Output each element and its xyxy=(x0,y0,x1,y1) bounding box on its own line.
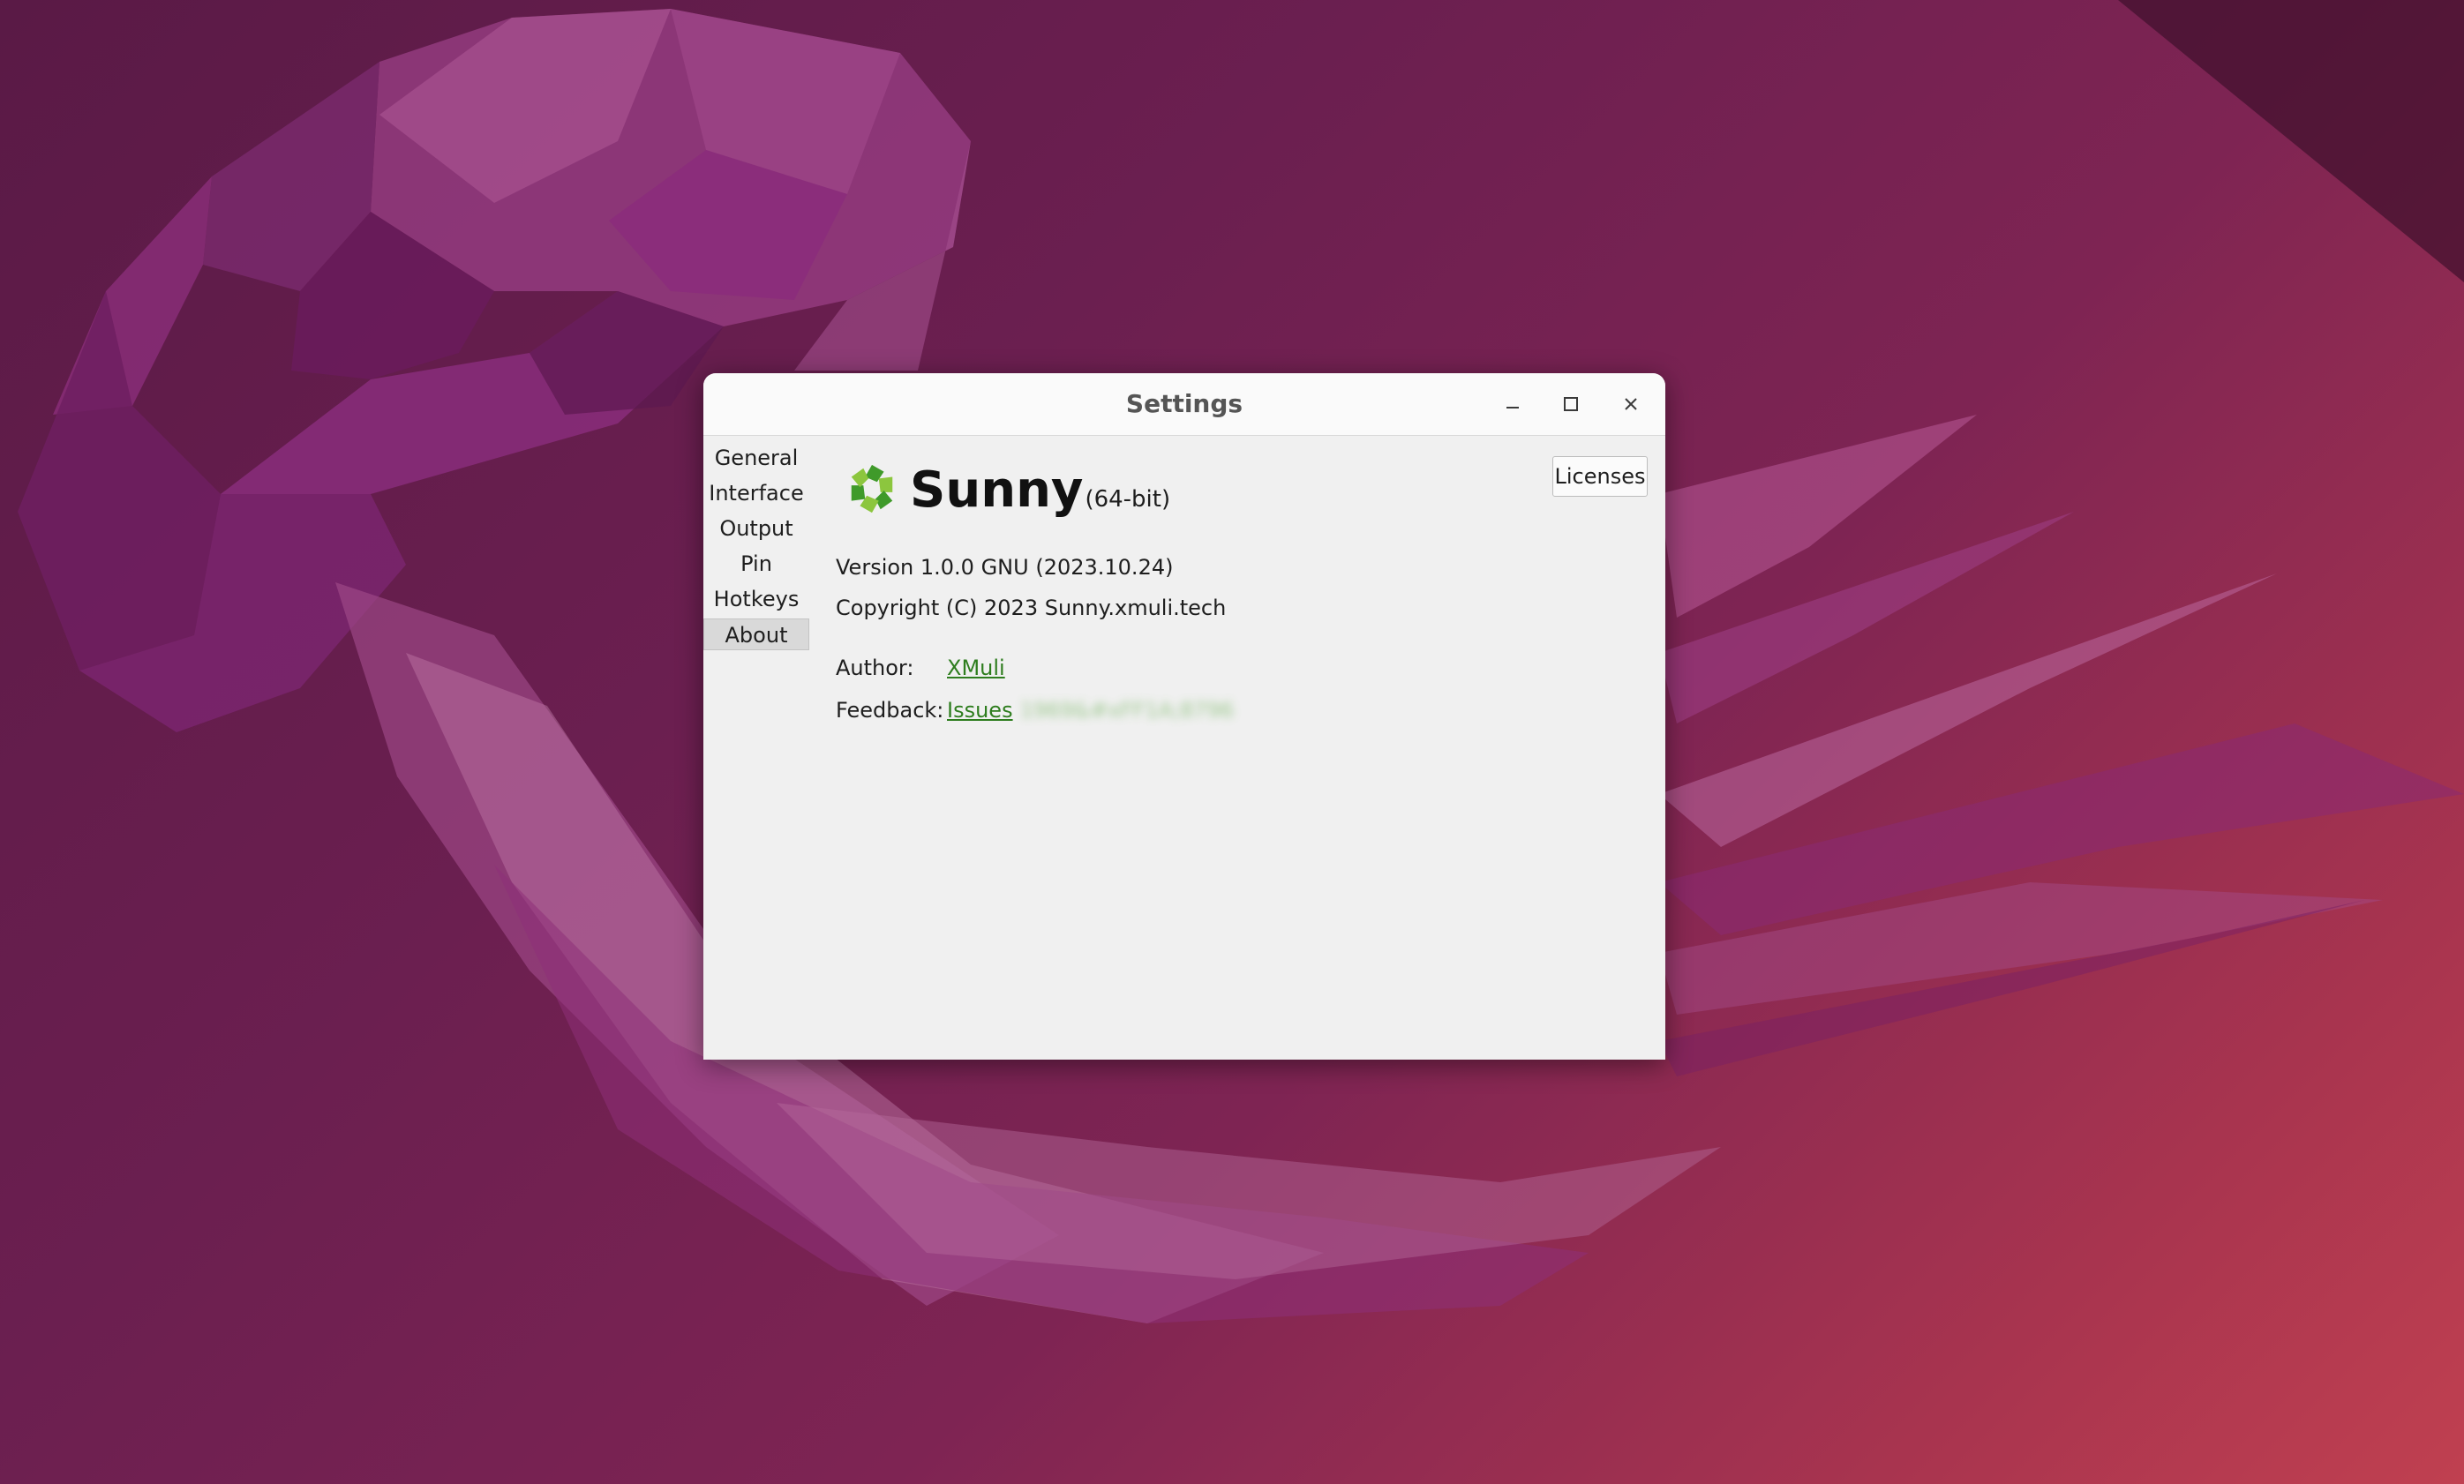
settings-window: Settings General Interface Output Pin Ho… xyxy=(703,373,1665,1060)
title-bar[interactable]: Settings xyxy=(703,373,1665,436)
author-link[interactable]: XMuli xyxy=(947,656,1005,680)
copyright-text: Copyright (C) 2023 Sunny.xmuli.tech xyxy=(836,596,1227,620)
close-button[interactable] xyxy=(1614,387,1648,421)
sidebar-item-interface[interactable]: Interface xyxy=(703,477,809,509)
sidebar-item-output[interactable]: Output xyxy=(703,513,809,544)
issues-link[interactable]: Issues xyxy=(947,698,1013,723)
maximize-button[interactable] xyxy=(1554,387,1588,421)
app-name: Sunny xyxy=(910,461,1084,519)
feedback-label: Feedback: xyxy=(836,698,944,723)
licenses-button[interactable]: Licenses xyxy=(1552,456,1648,497)
author-label: Author: xyxy=(836,656,914,680)
minimize-icon xyxy=(1506,407,1519,408)
sunny-logo-icon xyxy=(851,464,893,513)
author-row: Author: XMuli xyxy=(836,656,1005,680)
maximize-icon xyxy=(1564,397,1578,411)
about-panel: Sunny (64-bit) Version 1.0.0 GNU (2023.1… xyxy=(836,442,1648,1042)
close-icon xyxy=(1625,398,1637,410)
feedback-contact-blurred: 1969&#xFF1A;8796 xyxy=(1019,698,1235,723)
feedback-row: Feedback: Issues 1969&#xFF1A;8796 xyxy=(836,698,1234,723)
minimize-button[interactable] xyxy=(1496,387,1529,421)
desktop: Settings General Interface Output Pin Ho… xyxy=(0,0,2464,1484)
sidebar-item-about[interactable]: About xyxy=(703,618,809,650)
app-header: Sunny (64-bit) xyxy=(845,451,1170,521)
sidebar-item-hotkeys[interactable]: Hotkeys xyxy=(703,583,809,615)
sidebar-item-general[interactable]: General xyxy=(703,442,809,474)
version-text: Version 1.0.0 GNU (2023.10.24) xyxy=(836,555,1174,580)
sidebar-item-pin[interactable]: Pin xyxy=(703,548,809,580)
app-architecture: (64-bit) xyxy=(1085,486,1171,513)
settings-sidebar: General Interface Output Pin Hotkeys Abo… xyxy=(703,442,809,654)
